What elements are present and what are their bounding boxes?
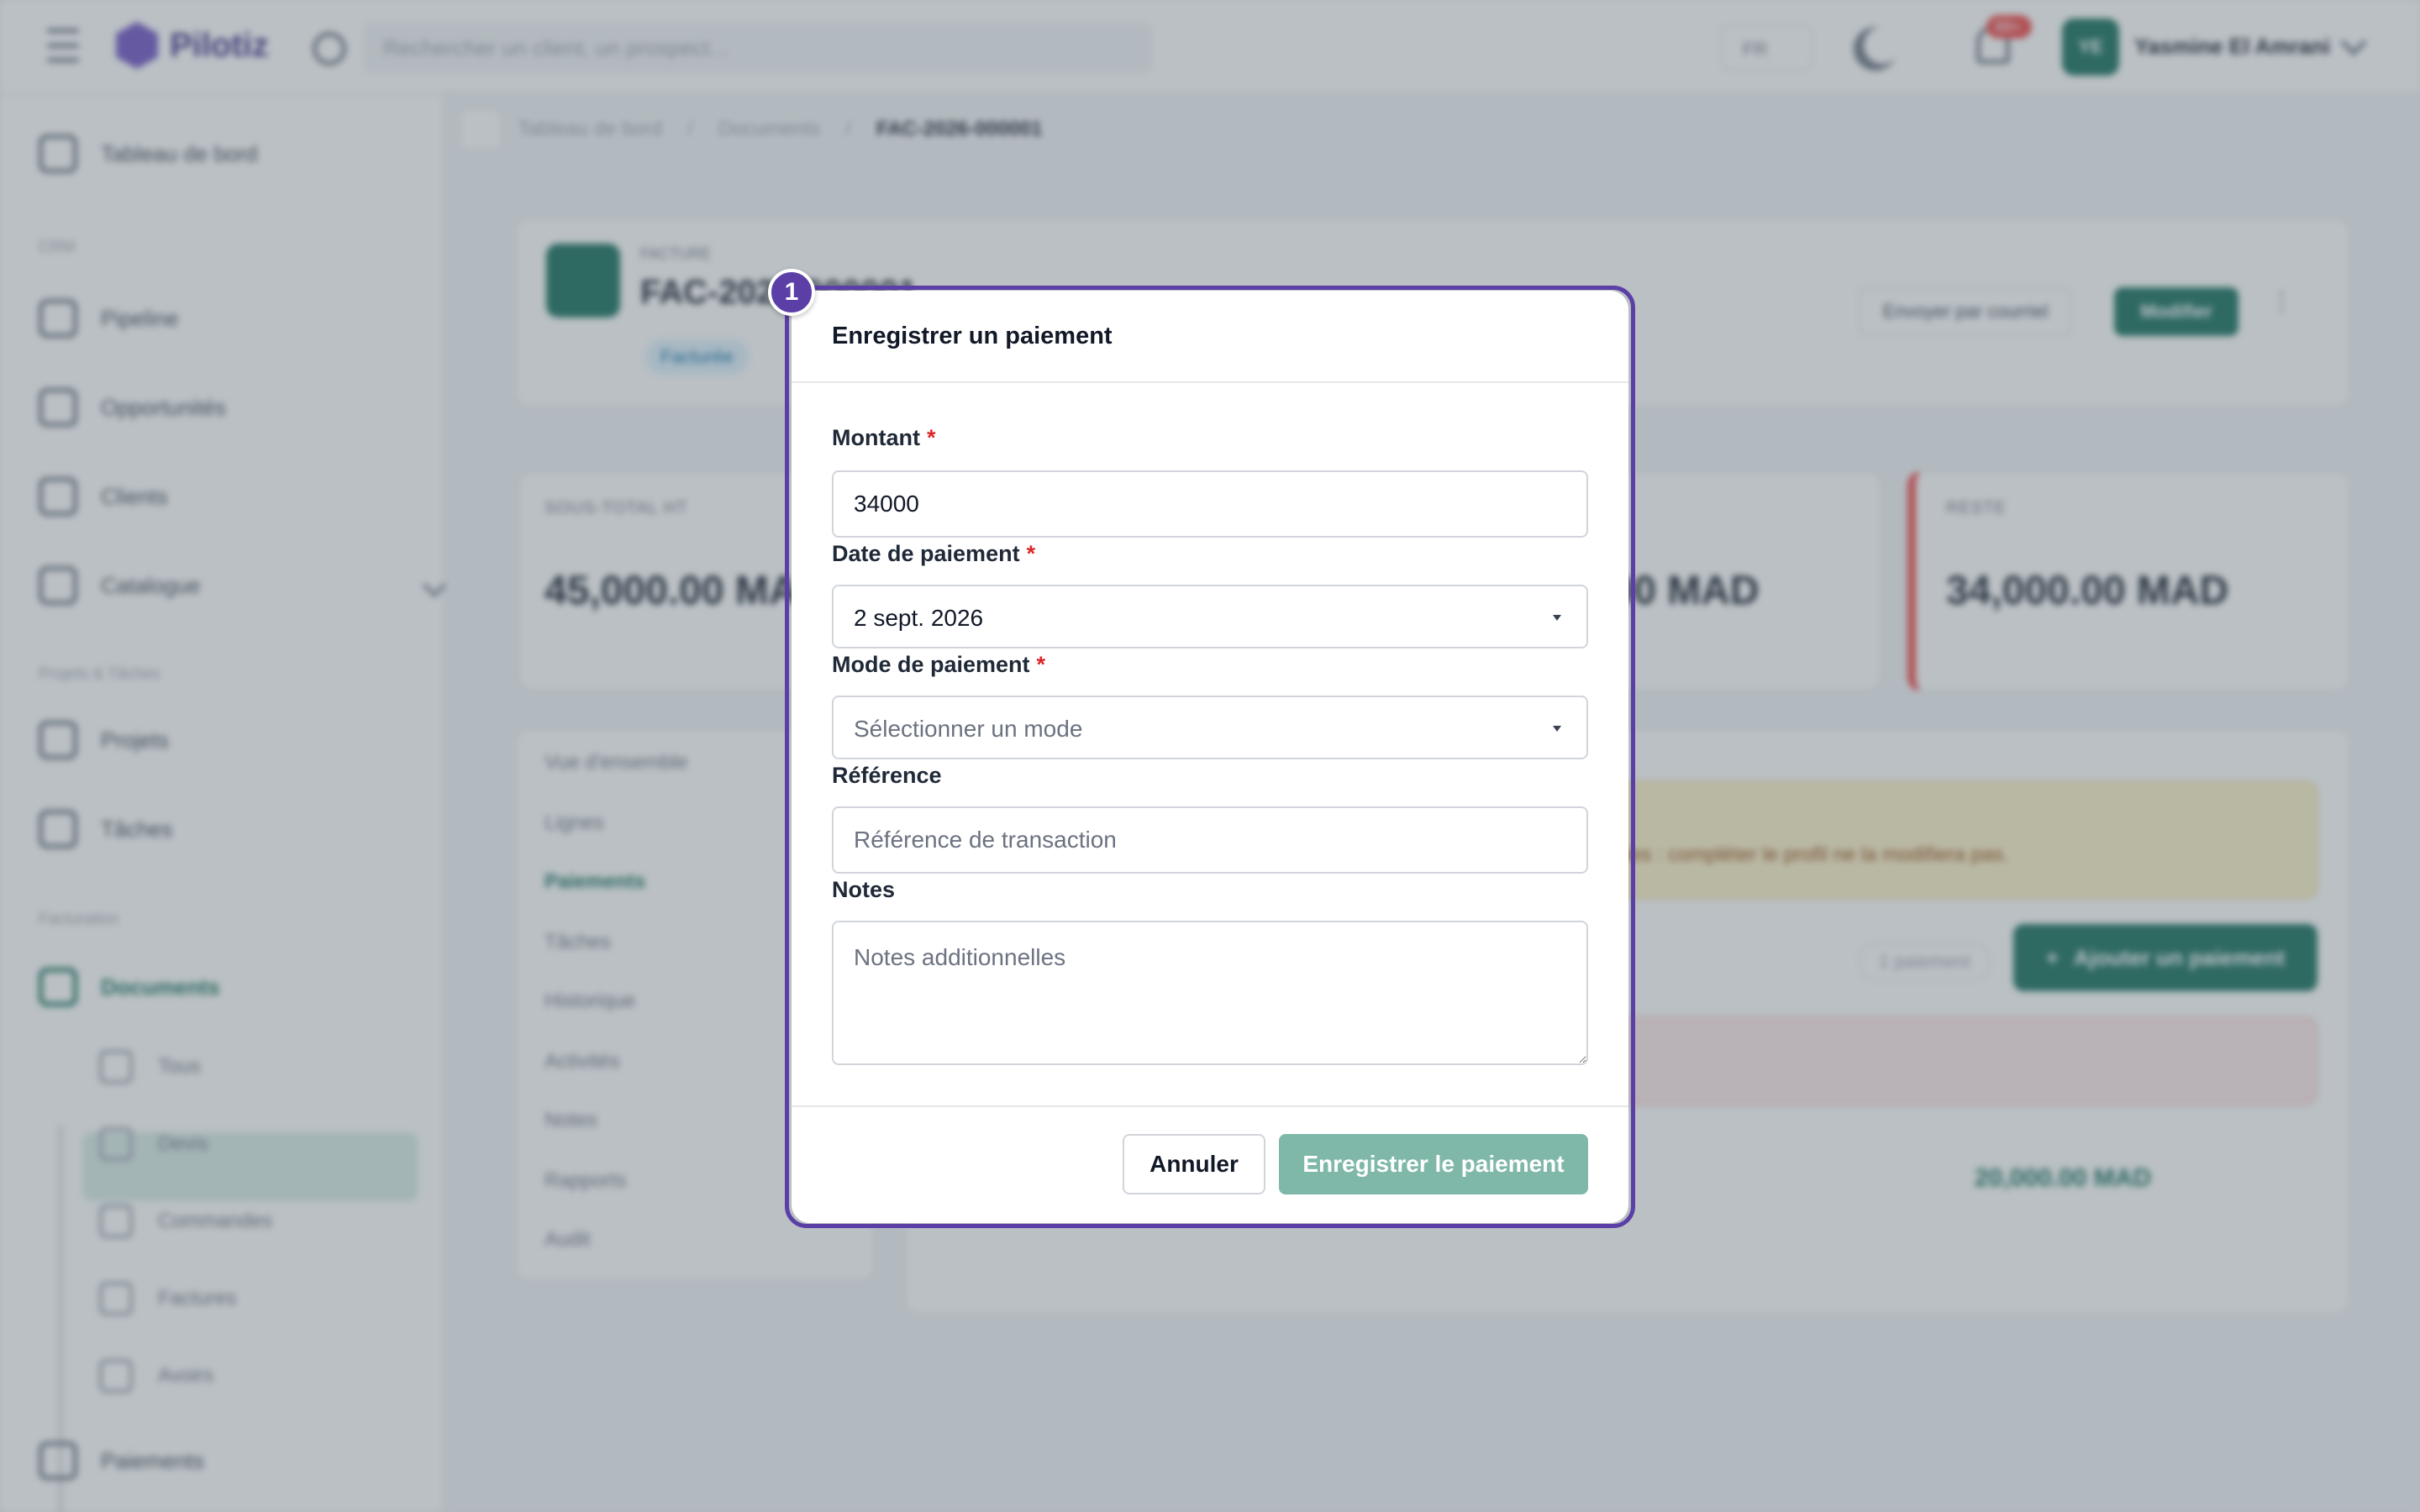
payment-mode-select[interactable]: Sélectionner un mode: [832, 696, 1588, 759]
required-asterisk: *: [1036, 652, 1046, 677]
caret-down-icon: [1553, 615, 1561, 621]
payment-mode-placeholder: Sélectionner un mode: [854, 716, 1083, 742]
reference-label: Référence: [832, 763, 942, 788]
notes-label: Notes: [832, 877, 896, 902]
payment-date-value: 2 sept. 2026: [854, 605, 984, 631]
save-payment-button[interactable]: Enregistrer le paiement: [1279, 1134, 1588, 1194]
payment-mode-label: Mode de paiement *: [832, 652, 1045, 678]
cancel-button[interactable]: Annuler: [1123, 1134, 1265, 1194]
dialog-title: Enregistrer un paiement: [832, 323, 1113, 349]
payment-date-select[interactable]: 2 sept. 2026: [832, 585, 1588, 648]
notes-textarea[interactable]: [832, 921, 1588, 1065]
payment-date-label-text: Date de paiement: [832, 541, 1020, 566]
required-asterisk: *: [1026, 541, 1036, 566]
tour-step-badge: 1: [768, 269, 815, 316]
amount-input[interactable]: [832, 470, 1588, 538]
required-asterisk: *: [926, 425, 936, 450]
header-divider: [792, 381, 1628, 383]
amount-label: Montant *: [832, 425, 935, 451]
caret-down-icon: [1553, 726, 1561, 732]
payment-mode-label-text: Mode de paiement: [832, 652, 1030, 677]
amount-label-text: Montant: [832, 425, 920, 450]
record-payment-dialog: Enregistrer un paiement Montant* Date de…: [792, 291, 1628, 1223]
payment-date-label: Date de paiement *: [832, 541, 1035, 567]
reference-input[interactable]: [832, 806, 1588, 874]
footer-divider: [792, 1105, 1628, 1107]
